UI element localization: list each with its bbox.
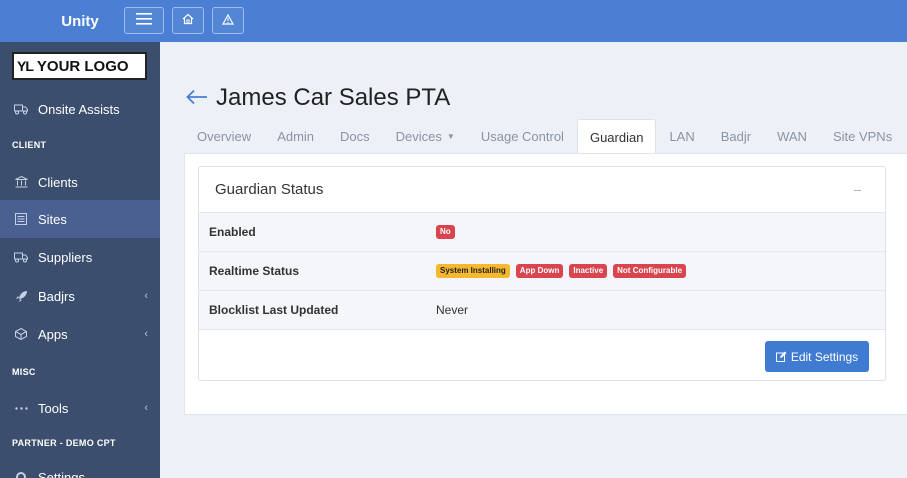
tab-label: Admin: [277, 129, 315, 144]
page-title: James Car Sales PTA: [216, 84, 451, 111]
tab-badjr[interactable]: Badjr: [708, 119, 764, 154]
tab-usage-control[interactable]: Usage Control: [468, 119, 577, 154]
tab-label: WAN: [777, 129, 807, 144]
sidebar-item-label: Apps: [38, 326, 68, 342]
logo-text: YOUR LOGO: [36, 57, 129, 75]
status-badge: Not Configurable: [613, 264, 687, 278]
status-badge: System Installing: [436, 264, 510, 278]
tab-label: Docs: [340, 129, 370, 144]
row-value: System Installing App Down Inactive Not …: [426, 252, 885, 290]
table-row: Blocklist Last Updated Never: [199, 291, 885, 330]
row-label: Enabled: [209, 225, 256, 239]
tab-label: Guardian: [589, 129, 644, 145]
rocket-icon: [14, 289, 28, 303]
truck-icon: [14, 102, 28, 116]
sidebar-item-onsite-assists[interactable]: Onsite Assists: [0, 90, 160, 128]
tab-devices[interactable]: Devices ▼: [383, 119, 468, 154]
sidebar-section-partner: PARTNER - DEMO CPT: [12, 438, 116, 448]
tab-docs[interactable]: Docs: [327, 119, 383, 154]
sidebar-item-label: Onsite Assists: [38, 101, 120, 117]
row-value: No: [426, 213, 885, 251]
alerts-button[interactable]: [212, 7, 244, 34]
tab-label: Site VPNs: [832, 129, 893, 144]
chevron-left-icon: ‹: [144, 328, 148, 340]
sidebar-item-label: Suppliers: [38, 249, 93, 265]
row-value: Never: [426, 291, 885, 329]
sidebar-item-suppliers[interactable]: Suppliers: [0, 238, 160, 276]
sidebar-item-clients[interactable]: Clients: [0, 163, 160, 201]
row-label: Realtime Status: [209, 264, 300, 278]
sidebar-item-tools[interactable]: Tools ‹: [0, 389, 160, 427]
sidebar-item-badjrs[interactable]: Badjrs ‹: [0, 277, 160, 315]
warning-icon: [221, 13, 235, 28]
sidebar-item-label: Sites: [38, 211, 67, 227]
card-title: Guardian Status: [215, 181, 324, 198]
dots-icon: [14, 401, 28, 415]
edit-settings-label: Edit Settings: [790, 349, 859, 364]
top-bar: Unity: [0, 0, 907, 42]
sidebar: YL YOUR LOGO Onsite Assists CLIENT Clien…: [0, 42, 160, 478]
tab-label: Badjr: [720, 129, 752, 144]
menu-toggle-button[interactable]: [124, 7, 164, 34]
sidebar-section-client: CLIENT: [12, 140, 47, 150]
tab-site-vpns[interactable]: Site VPNs: [820, 119, 905, 154]
gear-icon: [14, 470, 28, 478]
tab-label: Devices: [395, 129, 442, 144]
edit-icon: [775, 351, 787, 362]
back-arrow-icon[interactable]: [186, 86, 208, 110]
cube-icon: [14, 327, 28, 341]
tab-label: LAN: [669, 129, 695, 144]
table-row: Enabled No: [199, 213, 885, 252]
logo-mark: YL: [17, 58, 34, 74]
tab-lan[interactable]: LAN: [656, 119, 707, 154]
tab-admin[interactable]: Admin: [264, 119, 327, 154]
list-icon: [14, 212, 28, 226]
sidebar-item-label: Tools: [38, 400, 69, 416]
tab-guardian[interactable]: Guardian: [576, 119, 657, 154]
truck-icon: [14, 250, 28, 264]
row-label: Blocklist Last Updated: [209, 303, 339, 317]
table-row: Realtime Status System Installing App Do…: [199, 252, 885, 291]
guardian-status-card: Guardian Status – Enabled No Realtime St…: [198, 166, 886, 381]
sidebar-item-settings[interactable]: Settings: [0, 462, 160, 478]
chevron-left-icon: ‹: [144, 402, 148, 414]
status-badge: Inactive: [569, 264, 608, 278]
tab-label: Usage Control: [480, 129, 564, 144]
company-logo[interactable]: YL YOUR LOGO: [12, 52, 147, 80]
home-button[interactable]: [172, 7, 204, 34]
chevron-left-icon: ‹: [144, 290, 148, 302]
sidebar-item-apps[interactable]: Apps ‹: [0, 315, 160, 353]
sidebar-item-sites[interactable]: Sites: [0, 200, 160, 238]
sidebar-item-label: Badjrs: [38, 288, 75, 304]
status-badge: No: [436, 225, 455, 239]
collapse-button[interactable]: –: [854, 182, 861, 197]
sidebar-item-label: Settings: [38, 470, 85, 478]
hamburger-icon: [136, 13, 152, 28]
tab-wan[interactable]: WAN: [764, 119, 820, 154]
page-header: James Car Sales PTA: [186, 84, 450, 112]
card-header: Guardian Status –: [199, 167, 885, 213]
sidebar-item-label: Clients: [38, 174, 78, 190]
home-icon: [182, 13, 194, 28]
sidebar-section-misc: MISC: [12, 367, 36, 377]
tab-overview[interactable]: Overview: [184, 119, 264, 154]
edit-settings-button[interactable]: Edit Settings: [765, 341, 869, 372]
status-badge: App Down: [515, 264, 564, 278]
tab-label: Overview: [197, 129, 252, 144]
caret-down-icon: ▼: [446, 132, 455, 141]
bank-icon: [14, 175, 28, 189]
site-tabs: Overview Admin Docs Devices ▼ Usage Contr…: [184, 119, 905, 154]
